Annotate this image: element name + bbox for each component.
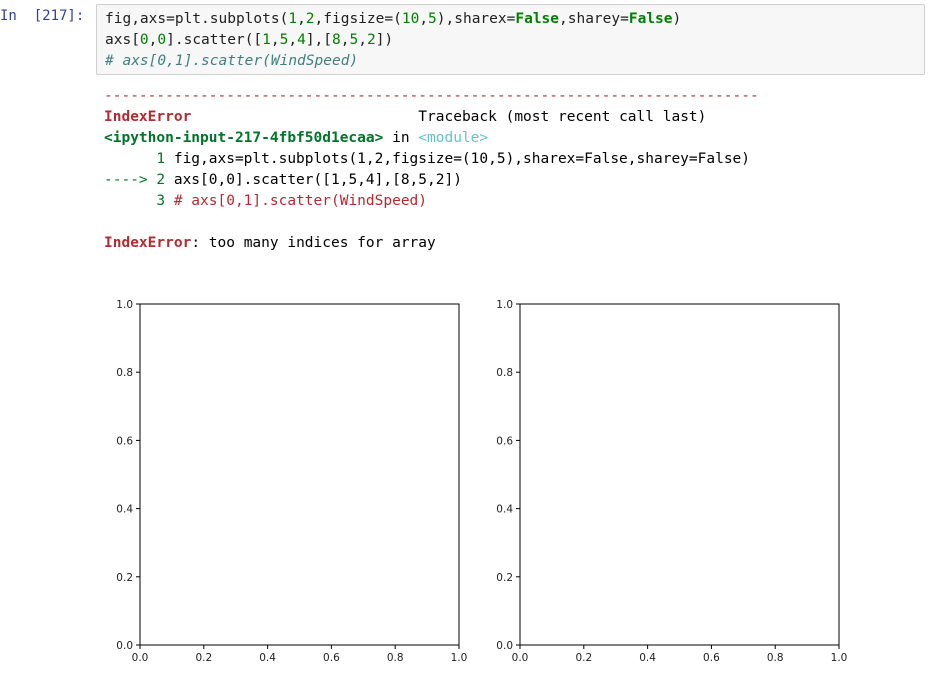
x-tick-label-2-0: 0.0 [512, 652, 529, 664]
x-tick-label-1-0: 0.0 [132, 652, 149, 664]
y-tick-label-2-3: 0.6 [496, 435, 513, 447]
input-prompt: In [217]: [0, 8, 85, 24]
figure-canvas: 0.0 0.2 0.4 0.6 0.8 1.00.00.20.40.60.81.00.0 0… [116, 299, 848, 664]
y-tick-label-1-5: 1.0 [116, 299, 133, 311]
y-tick-label-1-3: 0.6 [116, 435, 133, 447]
x-tick-label-2-1: 0.2 [575, 652, 592, 664]
axes-frame-1 [139, 303, 460, 646]
code-input-area[interactable]: fig,axs=plt.subplots(1,2,figsize=(10,5),… [96, 4, 925, 75]
y-tick-label-2-0: 0.0 [496, 640, 513, 652]
y-tick-label-2-5: 1.0 [496, 299, 513, 311]
traceback-label: Traceback (most recent call last) [418, 109, 707, 125]
y-tick-label-2-4: 0.8 [496, 367, 513, 379]
y-tick-label-2-1: 0.2 [496, 572, 513, 584]
error-output: ----------------------------------------… [104, 88, 759, 251]
y-tick-label-1-0: 0.0 [116, 640, 133, 652]
final-error-name: IndexError [104, 235, 192, 251]
x-tick-label-2-4: 0.8 [767, 652, 784, 664]
x-tick-label-2-2: 0.4 [639, 652, 656, 664]
y-tick-label-1-4: 0.8 [116, 367, 133, 379]
x-tick-label-1-3: 0.6 [323, 652, 340, 664]
y-tick-label-2-2: 0.4 [496, 504, 513, 516]
figure: 0.0 0.2 0.4 0.6 0.8 1.0 0.0 0.2 0.4 0.6 0.8 1.0 0.0 0… [96, 290, 856, 674]
x-tick-label-1-2: 0.4 [259, 652, 276, 664]
x-tick-label-2-5: 1.0 [831, 652, 848, 664]
code-text[interactable]: fig,axs=plt.subplots(1,2,figsize=(10,5),… [105, 9, 681, 72]
error-location: <ipython-input-217-4fbf50d1ecaa> [104, 130, 384, 146]
x-tick-label-1-1: 0.2 [195, 652, 212, 664]
y-tick-label-1-2: 0.4 [116, 504, 133, 516]
final-error-message: : too many indices for array [191, 235, 436, 251]
x-tick-label-1-4: 0.8 [387, 652, 404, 664]
error-name: IndexError [104, 109, 192, 125]
x-tick-label-2-3: 0.6 [703, 652, 720, 664]
x-tick-label-1-5: 1.0 [451, 652, 468, 664]
axes-frame-2 [519, 303, 840, 646]
y-tick-label-1-1: 0.2 [116, 572, 133, 584]
